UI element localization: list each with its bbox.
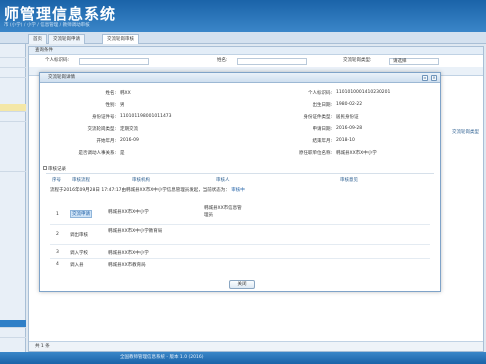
field-value: 是 (120, 151, 125, 156)
tab-bar: 首页 交流轮岗申请 交流轮岗审核 (0, 32, 486, 44)
field-value: 110101198001011473 (120, 114, 172, 119)
th-org: 审核机构 (132, 178, 150, 183)
id-input[interactable] (79, 58, 149, 65)
field-value: 1101010001410230201 (336, 90, 391, 95)
pager: 共 1 条 (29, 341, 483, 351)
row-divider (50, 244, 430, 245)
dialog-title: 交流轮岗详情 (40, 73, 440, 83)
list-icon (43, 166, 47, 170)
row-step: 调入学校 (70, 251, 88, 256)
panel-header: 查询条件 (29, 47, 483, 55)
field-label: 出生日期: (312, 103, 332, 108)
search-label-type: 交流轮岗类型: (343, 58, 372, 63)
detail-dialog: 交流轮岗详情 ▫ × 姓名: 韩XX 性别: 男 身份证件号: 11010119… (39, 72, 441, 292)
sidebar-item[interactable] (0, 50, 26, 58)
status-bar: 全国教师管理信息系统 - 版本 1.0 (2016) (0, 352, 486, 364)
field-label: 原任职单位名称: (298, 151, 332, 156)
field-label: 开始年月: (96, 139, 116, 144)
app-header: 师管理信息系统 市 (小学) / 小学 / 信息管理 / 教师调动审核 (0, 0, 486, 32)
field-value: 居民身份证 (336, 115, 359, 120)
search-row: 个人标识码: 姓名: 交流轮岗类型: 请选择 (29, 56, 483, 66)
field-label: 申请日期: (312, 127, 332, 132)
sidebar (0, 44, 26, 352)
column-header-type: 交流轮岗类型 (452, 130, 479, 135)
field-value: 韩XX (120, 91, 131, 96)
th-no: 序号 (52, 178, 61, 183)
restore-icon[interactable]: ▫ (422, 75, 428, 81)
flow-note-text: 流程于2016年09月28日 17:47:17由韩城县XX市X中小学信息管理员发… (50, 188, 230, 193)
field-label: 交流轮岗类型: (87, 127, 116, 132)
sidebar-item[interactable] (0, 164, 26, 172)
th-opinion: 审核意见 (340, 178, 358, 183)
search-label-name: 姓名: (217, 58, 228, 63)
th-person: 审核人 (216, 178, 230, 183)
row-org: 韩城县XX市X中小学 (108, 251, 149, 256)
field-value: 2018-10 (336, 138, 355, 143)
field-label: 性别: (105, 103, 116, 108)
row-number: 1 (56, 212, 59, 217)
row-number: 3 (56, 250, 59, 255)
status-link[interactable]: 审核中 (231, 188, 245, 193)
field-value: 韩城县XX市X中小学 (336, 151, 377, 156)
field-label: 身份证件类型: (303, 115, 332, 120)
tab-home[interactable]: 首页 (28, 34, 47, 44)
divider (46, 173, 434, 174)
sidebar-item-active[interactable] (0, 104, 26, 112)
field-value: 定期交流 (120, 127, 138, 132)
flow-note: 流程于2016年09月28日 17:47:17由韩城县XX市X中小学信息管理员发… (50, 187, 245, 193)
field-label: 是否调动人事关系: (78, 151, 116, 156)
row-org: 韩城县XX市X中小学 (108, 210, 149, 215)
row-number: 2 (56, 232, 59, 237)
row-step[interactable]: 交流申请 (70, 210, 92, 218)
field-value: 2016-09 (120, 138, 139, 143)
row-person: 韩城县XX市信息管理员 (204, 206, 242, 218)
tab-review[interactable]: 交流轮岗审核 (102, 34, 139, 44)
name-input[interactable] (237, 58, 307, 65)
field-value: 男 (120, 103, 125, 108)
breadcrumb: 市 (小学) / 小学 / 信息管理 / 教师调动审核 (4, 23, 90, 28)
field-label: 身份证件号: (91, 115, 116, 120)
close-icon[interactable]: × (431, 75, 437, 81)
field-value: 2016-09-28 (336, 126, 363, 131)
row-org: 韩城县XX市教育局 (108, 263, 146, 268)
row-number: 4 (56, 262, 59, 267)
tab-apply[interactable]: 交流轮岗申请 (48, 34, 85, 44)
field-value: 1980-02-22 (336, 102, 363, 107)
sidebar-item-selected[interactable] (0, 320, 26, 328)
sidebar-item[interactable] (0, 60, 26, 68)
row-step: 调出审核 (70, 233, 88, 238)
row-divider (50, 258, 430, 259)
field-label: 姓名: (105, 91, 116, 96)
sidebar-item[interactable] (0, 70, 26, 78)
sidebar-item[interactable] (0, 330, 26, 338)
type-select[interactable]: 请选择 (389, 58, 439, 65)
close-button[interactable]: 关闭 (229, 280, 255, 289)
app-title: 师管理信息系统 (4, 5, 117, 23)
row-step: 调入县 (70, 263, 84, 268)
field-label: 个人标识码: (307, 91, 332, 96)
row-divider (50, 224, 430, 225)
field-label: 结束年月: (312, 139, 332, 144)
search-label-id: 个人标识码: (45, 58, 70, 63)
row-org: 韩城县XX市X中小学教育局 (108, 229, 163, 234)
th-step: 审核流程 (72, 178, 90, 183)
section-title: 审核记录 (48, 167, 66, 172)
sidebar-item[interactable] (0, 114, 26, 122)
